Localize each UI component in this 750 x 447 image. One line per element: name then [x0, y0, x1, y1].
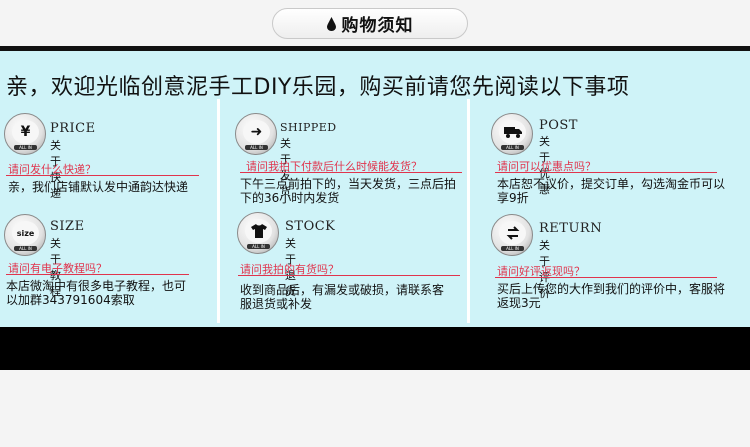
section-en-title: PRICE [50, 121, 96, 136]
arrow-right-icon: ➜ ALL IN [235, 113, 277, 155]
answer-text: 下午三点前拍下的，当天发货，三点后拍下的36小时内发货 [240, 177, 457, 205]
bottom-area [0, 370, 750, 447]
question-underline [495, 277, 717, 278]
truck-icon: ALL IN [491, 113, 533, 155]
question-underline [240, 172, 462, 173]
section-en-title: RETURN [539, 221, 603, 236]
answer-text: 买后上传您的大作到我们的评价中，客服将返现3元 [497, 282, 726, 310]
answer-text: 收到商品后，有漏发或破损，请联系客服退货或补发 [240, 283, 445, 311]
bottom-black-bar [0, 327, 750, 370]
size-icon: size ALL IN [4, 214, 46, 256]
question-underline [495, 172, 717, 173]
answer-text: 本店恕不议价，提交订单，勾选淘金币可以享9折 [497, 177, 726, 205]
answer-text: 亲，我们店铺默认发中通韵达快递 [8, 180, 189, 194]
column-divider [467, 99, 470, 323]
title-pill: 购物须知 [272, 8, 468, 39]
drop-icon [326, 16, 336, 31]
column-divider [217, 99, 220, 323]
answer-text: 本店微淘中有很多电子教程，也可以加群343791604索取 [6, 279, 187, 307]
question-underline [6, 274, 189, 275]
welcome-headline: 亲，欢迎光临创意泥手工DIY乐园，购买前请您先阅读以下事项 [6, 75, 630, 100]
notice-panel: 亲，欢迎光临创意泥手工DIY乐园，购买前请您先阅读以下事项 ¥ ALL IN P… [0, 51, 750, 327]
yuan-icon: ¥ ALL IN [4, 113, 46, 155]
question-underline [238, 275, 460, 276]
page-title: 购物须知 [341, 16, 414, 36]
shirt-icon: ALL IN [237, 212, 279, 254]
return-icon: ALL IN [491, 214, 533, 256]
top-banner: 购物须知 [0, 0, 750, 48]
section-en-title: POST [539, 118, 578, 133]
question-underline [6, 175, 199, 176]
section-en-title: SHIPPED [280, 121, 337, 134]
section-en-title: SIZE [50, 219, 85, 234]
section-en-title: STOCK [285, 219, 336, 234]
